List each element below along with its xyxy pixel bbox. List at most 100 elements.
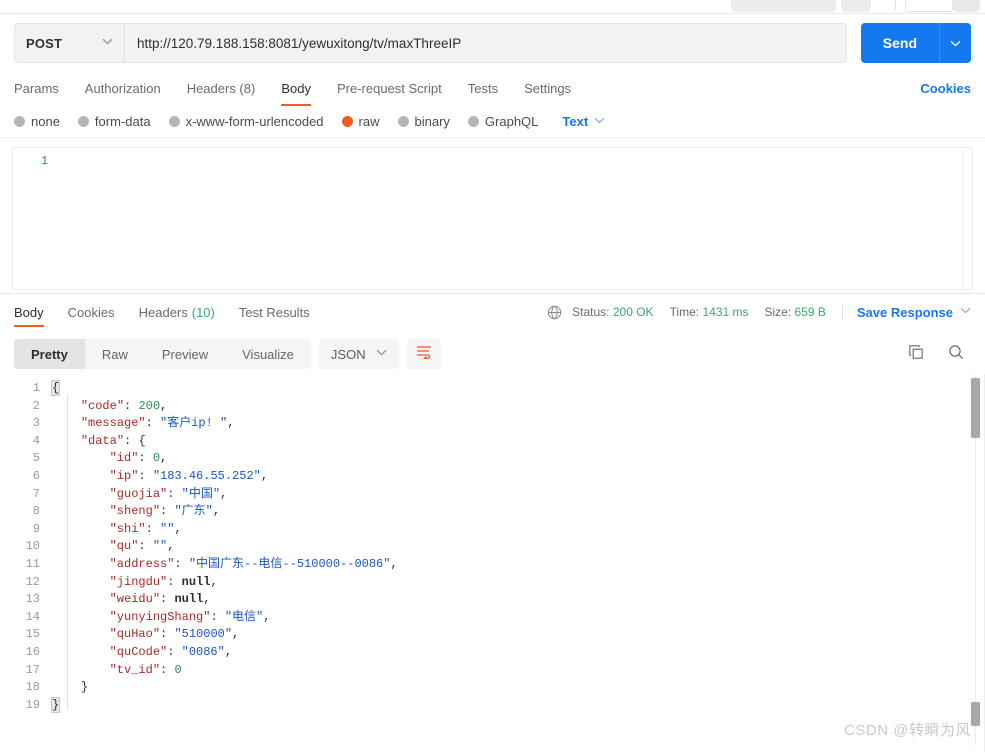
response-tab-headers[interactable]: Headers (10) xyxy=(139,294,215,330)
code-token-p: : xyxy=(138,539,153,554)
tab-params-label: Params xyxy=(14,80,59,96)
body-type-x-www-form-urlencoded[interactable]: x-www-form-urlencoded xyxy=(168,114,324,129)
code-line: 17 "tv_id": 0 xyxy=(0,662,985,680)
save-response-label: Save Response xyxy=(856,304,953,320)
http-method-selector[interactable]: POST xyxy=(14,23,124,63)
code-line-number: 4 xyxy=(32,433,40,448)
wrap-text-icon xyxy=(416,345,432,364)
view-mode-pretty[interactable]: Pretty xyxy=(14,339,85,369)
response-tab-test-results[interactable]: Test Results xyxy=(239,294,310,330)
code-line: 6 "ip": "183.46.55.252", xyxy=(0,468,985,486)
code-line-content: "ip": "183.46.55.252", xyxy=(52,468,268,486)
code-token-p: : xyxy=(138,468,153,483)
code-token-p: : xyxy=(145,416,161,431)
body-type-form-data[interactable]: form-data xyxy=(77,114,151,129)
tab-tests[interactable]: Tests xyxy=(468,72,498,104)
code-line-number: 19 xyxy=(25,697,40,712)
response-tools-right xyxy=(891,339,971,369)
cookies-link[interactable]: Cookies xyxy=(920,81,971,96)
tab-pre-request-script[interactable]: Pre-request Script xyxy=(337,72,442,104)
request-editor-scrollbar[interactable] xyxy=(962,148,972,289)
body-type-form-data-label: form-data xyxy=(94,114,151,129)
radio-icon xyxy=(168,116,180,127)
save-response-button[interactable]: Save Response xyxy=(857,305,971,320)
code-line-content: "code": 200, xyxy=(52,398,167,416)
request-body-editor[interactable]: 1 xyxy=(12,147,973,290)
view-mode-preview[interactable]: Preview xyxy=(145,339,225,369)
send-options-chevron-down-icon[interactable] xyxy=(939,23,971,63)
wrap-lines-button[interactable] xyxy=(406,339,441,369)
scrollbar-thumb[interactable] xyxy=(971,378,980,438)
code-token-s: "" xyxy=(152,539,168,554)
scrollbar-thumb-secondary[interactable] xyxy=(971,702,980,726)
request-tabs: Params Authorization Headers (8) Body Pr… xyxy=(0,72,985,106)
response-tabs-row: Body Cookies Headers (10) Test Results S… xyxy=(0,294,985,330)
chevron-down-icon xyxy=(376,349,387,359)
response-body-viewer[interactable]: 1{2 "code": 200, 3 "message": "客户ip! ", 4 … xyxy=(0,374,985,752)
body-type-graphql[interactable]: GraphQL xyxy=(467,114,538,129)
body-type-raw-label: raw xyxy=(358,114,380,129)
code-line-number: 3 xyxy=(32,416,40,431)
response-tab-body[interactable]: Body xyxy=(14,294,44,330)
code-token-p: , xyxy=(160,398,168,413)
tab-params[interactable]: Params xyxy=(14,72,59,104)
chevron-down-icon xyxy=(594,117,605,127)
code-line-content: "guojia": "中国", xyxy=(52,486,228,504)
code-brace: } xyxy=(50,696,61,713)
radio-icon xyxy=(14,116,25,127)
body-type-radio-group: none form-data x-www-form-urlencoded raw… xyxy=(0,106,985,138)
code-token-k: "jingdu" xyxy=(109,574,168,589)
search-button[interactable] xyxy=(941,339,971,369)
tab-headers[interactable]: Headers (8) xyxy=(187,72,256,104)
code-token-n: 200 xyxy=(138,398,161,413)
code-line: 13 "weidu": null, xyxy=(0,591,985,609)
code-token-k: "ip" xyxy=(109,468,139,483)
response-format-selector[interactable]: JSON xyxy=(318,339,399,369)
code-token-p: , xyxy=(212,504,221,519)
code-line: 3 "message": "客户ip! ", xyxy=(0,415,985,433)
code-token-s: "广东" xyxy=(174,504,213,519)
body-type-binary[interactable]: binary xyxy=(397,114,450,129)
code-token-p: , xyxy=(167,539,175,554)
code-line: 7 "guojia": "中国", xyxy=(0,486,985,504)
code-token-p: , xyxy=(210,574,218,589)
response-tab-body-label: Body xyxy=(14,304,44,320)
code-token-nul: null xyxy=(181,574,211,589)
send-button[interactable]: Send xyxy=(860,23,939,63)
request-url-input[interactable]: http://120.79.188.158:8081/yewuxitong/tv… xyxy=(124,23,847,63)
code-token-k: "qu" xyxy=(109,539,139,554)
raw-format-selector[interactable]: Text xyxy=(562,114,605,129)
request-url-row: POST http://120.79.188.158:8081/yewuxito… xyxy=(0,14,985,72)
response-tab-cookies[interactable]: Cookies xyxy=(68,294,115,330)
code-line-content: "weidu": null, xyxy=(52,591,211,609)
body-type-raw[interactable]: raw xyxy=(341,114,380,129)
request-editor-line-number: 1 xyxy=(41,154,49,168)
size-label: Size: xyxy=(764,305,792,319)
view-mode-visualize[interactable]: Visualize xyxy=(225,339,311,369)
radio-selected-icon xyxy=(341,116,353,127)
code-token-n: 0 xyxy=(152,451,161,466)
tab-headers-label: Headers (8) xyxy=(186,80,256,96)
tab-body[interactable]: Body xyxy=(281,72,311,106)
copy-button[interactable] xyxy=(901,339,931,369)
code-token-s: "电信" xyxy=(224,609,264,624)
size-badge: Size: 659 B xyxy=(765,305,826,319)
chevron-down-icon xyxy=(960,307,971,317)
code-token-k: "data" xyxy=(80,433,125,448)
radio-icon xyxy=(77,116,89,127)
response-format-label: JSON xyxy=(330,346,366,362)
code-line-content: "tv_id": 0 xyxy=(52,662,182,680)
view-mode-raw[interactable]: Raw xyxy=(85,339,145,369)
code-token-p: : xyxy=(160,592,175,607)
code-line: 4 "data": { xyxy=(0,433,985,451)
code-line-content: "quCode": "0086", xyxy=(52,644,232,662)
code-line-number: 17 xyxy=(25,662,40,677)
http-method-label: POST xyxy=(26,35,63,51)
globe-icon xyxy=(547,305,562,320)
response-scrollbar[interactable] xyxy=(971,374,980,746)
code-token-k: "id" xyxy=(109,451,139,466)
code-token-p: , xyxy=(174,521,182,536)
tab-settings[interactable]: Settings xyxy=(524,72,571,104)
tab-authorization[interactable]: Authorization xyxy=(85,72,161,104)
body-type-none[interactable]: none xyxy=(14,114,60,129)
